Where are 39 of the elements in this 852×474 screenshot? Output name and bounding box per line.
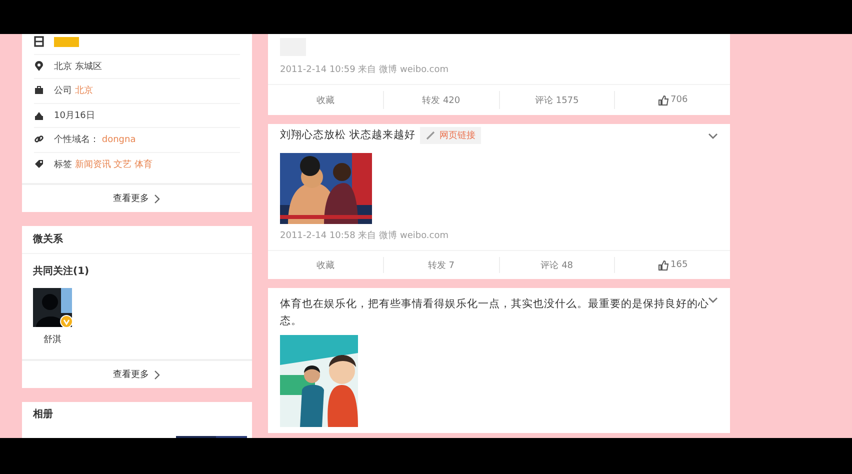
post-text: 体育也在娱乐化，把有些事情看得娱乐化一点，其实也没什么。最重要的是保持良好的心态。 bbox=[280, 297, 710, 329]
info-link[interactable]: 新闻资讯 文艺 体育 bbox=[74, 160, 153, 170]
info-text: 公司 北京 bbox=[54, 84, 93, 98]
level-badge bbox=[54, 36, 79, 47]
chevron-down-icon[interactable] bbox=[708, 297, 718, 304]
like-button[interactable]: 706 bbox=[614, 91, 730, 109]
action-button[interactable]: 转发 420 bbox=[382, 91, 498, 109]
chevron-right-icon bbox=[153, 370, 161, 380]
avatar bbox=[33, 288, 72, 327]
info-text: 标签 新闻资讯 文艺 体育 bbox=[54, 158, 153, 172]
card-title: 相册 bbox=[32, 408, 54, 422]
like-button[interactable]: 165 bbox=[614, 257, 730, 273]
show-more-link[interactable]: 查看更多 bbox=[113, 368, 161, 381]
info-text: 北京 东城区 bbox=[54, 60, 102, 73]
action-button[interactable]: 收藏 bbox=[268, 91, 383, 109]
friend-name[interactable]: 舒淇 bbox=[44, 332, 62, 348]
post-meta: 2011-2-14 10:58 来自 微博 weibo.com bbox=[280, 230, 450, 243]
post-text: 刘翔心态放松 状态越来越好 bbox=[280, 128, 416, 143]
card-title: 微关系 bbox=[22, 226, 252, 254]
action-button[interactable]: 收藏 bbox=[268, 257, 383, 273]
briefcase-icon bbox=[34, 85, 44, 96]
location-pin-icon bbox=[34, 60, 44, 72]
chevron-right-icon bbox=[153, 194, 161, 204]
info-link[interactable]: dongna bbox=[102, 135, 136, 146]
info-text: 个性域名： dongna bbox=[54, 134, 136, 146]
tag-icon bbox=[34, 159, 44, 170]
action-button[interactable]: 转发 7 bbox=[382, 257, 498, 273]
action-button[interactable]: 评论 1575 bbox=[498, 91, 614, 109]
web-link[interactable]: 网页链接 bbox=[420, 127, 482, 144]
section-title: 共同关注(1) bbox=[33, 264, 90, 279]
action-button[interactable]: 评论 48 bbox=[498, 257, 614, 273]
info-text: 10月16日 bbox=[54, 110, 95, 122]
calendar-icon bbox=[34, 36, 44, 48]
show-more-link[interactable]: 查看更多 bbox=[113, 192, 161, 205]
post-meta: 2011-2-14 10:59 来自 微博 weibo.com bbox=[280, 64, 450, 77]
thumbs-up-icon bbox=[658, 260, 669, 270]
thumbs-up-icon bbox=[658, 94, 669, 106]
info-link[interactable]: 北京 bbox=[74, 86, 93, 96]
chevron-down-icon[interactable] bbox=[708, 133, 718, 140]
